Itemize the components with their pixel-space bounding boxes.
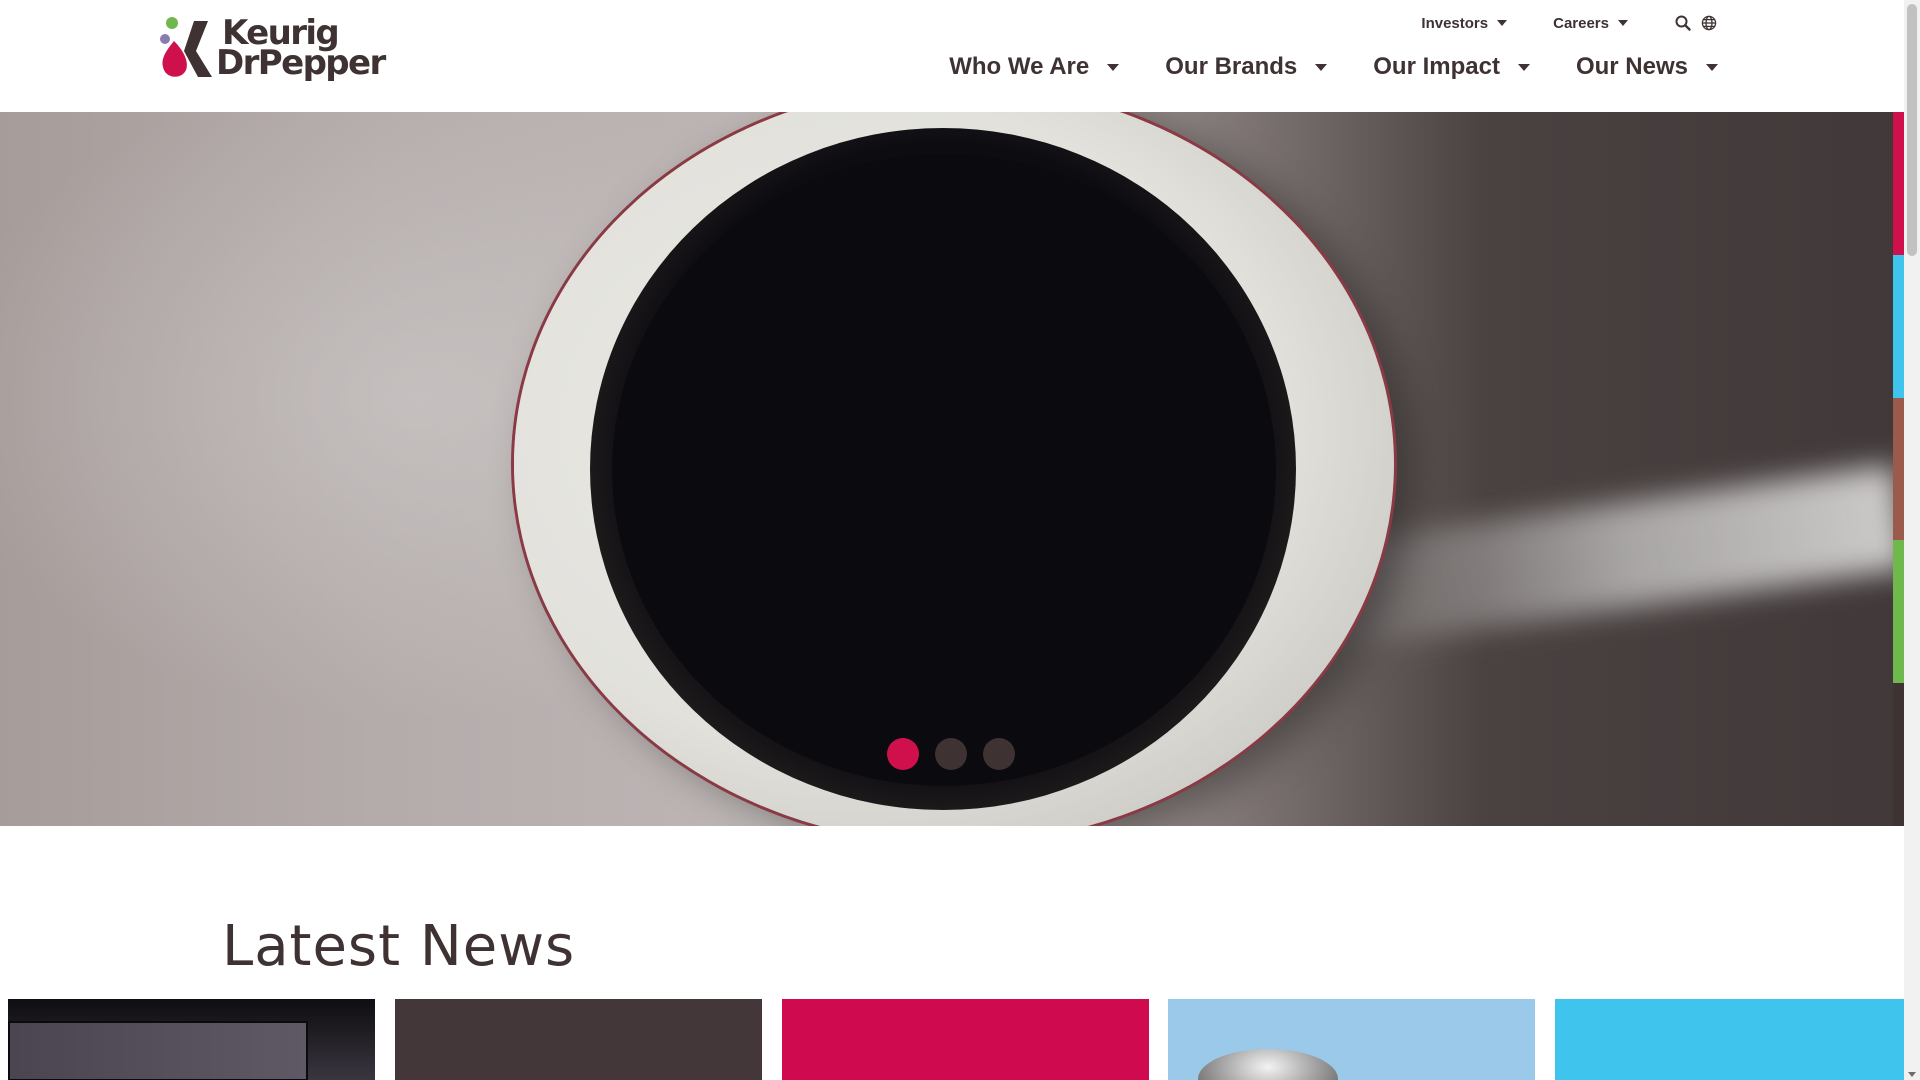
side-tab-4[interactable] — [1893, 540, 1904, 684]
nav-who-we-are-label: Who We Are — [949, 53, 1090, 80]
company-logo[interactable]: Keurig DrPepper — [158, 14, 386, 82]
logo-mark-icon — [160, 17, 212, 77]
logo-wordmark: Keurig DrPepper — [216, 16, 386, 80]
news-card-5[interactable] — [1555, 999, 1904, 1080]
carousel-pagination — [887, 738, 1015, 770]
carousel-dot-1[interactable] — [887, 738, 919, 770]
hero-carousel — [0, 112, 1904, 826]
nav-our-impact-label: Our Impact — [1373, 53, 1500, 80]
logo-wordmark-line2: DrPepper — [216, 43, 386, 83]
side-tab-5[interactable] — [1893, 683, 1904, 826]
main-nav: Who We Are Our Brands Our Impact Our New… — [949, 50, 1718, 84]
nav-our-impact[interactable]: Our Impact — [1373, 53, 1530, 81]
nav-our-news[interactable]: Our News — [1576, 53, 1718, 81]
caret-down-icon — [1315, 63, 1328, 71]
side-tab-2[interactable] — [1893, 254, 1904, 398]
search-icon[interactable] — [1674, 14, 1692, 32]
news-card-3[interactable] — [782, 999, 1149, 1080]
side-tab-1[interactable] — [1893, 112, 1904, 255]
utility-nav-investors-label: Investors — [1421, 14, 1489, 32]
caret-down-icon — [1497, 20, 1508, 26]
nav-our-brands-label: Our Brands — [1165, 53, 1298, 80]
carousel-dot-3[interactable] — [983, 738, 1015, 770]
utility-icons — [1674, 14, 1718, 32]
utility-nav-investors[interactable]: Investors — [1421, 14, 1508, 32]
page-scrollbar[interactable] — [1904, 0, 1920, 1080]
carousel-dot-2[interactable] — [935, 738, 967, 770]
utility-nav-careers[interactable]: Careers — [1553, 15, 1628, 32]
utility-nav: Investors Careers — [1421, 13, 1718, 33]
news-card-4-image — [1198, 1049, 1338, 1080]
caret-down-icon — [1706, 63, 1718, 71]
nav-our-brands[interactable]: Our Brands — [1165, 53, 1328, 81]
nav-who-we-are[interactable]: Who We Are — [949, 53, 1120, 81]
caret-down-icon — [1517, 63, 1530, 71]
side-tab-3[interactable] — [1893, 397, 1904, 541]
scroll-down-arrow-icon[interactable] — [1908, 1072, 1916, 1077]
latest-news-heading: Latest News — [222, 914, 576, 979]
site-header: Keurig DrPepper Investors Careers Who We… — [0, 0, 1904, 112]
caret-down-icon — [1618, 20, 1628, 26]
side-color-tabs — [1893, 112, 1904, 826]
coffee-surface — [612, 154, 1276, 786]
nav-our-news-label: Our News — [1575, 53, 1688, 80]
news-card-1-image — [8, 1021, 308, 1080]
news-card-1[interactable] — [8, 999, 375, 1080]
caret-down-icon — [1107, 63, 1120, 71]
news-cards — [8, 999, 1904, 1080]
news-card-2[interactable] — [395, 999, 762, 1080]
scrollbar-thumb[interactable] — [1907, 4, 1917, 256]
globe-icon[interactable] — [1700, 14, 1718, 32]
news-card-4[interactable] — [1168, 999, 1535, 1080]
utility-nav-careers-label: Careers — [1553, 14, 1609, 32]
